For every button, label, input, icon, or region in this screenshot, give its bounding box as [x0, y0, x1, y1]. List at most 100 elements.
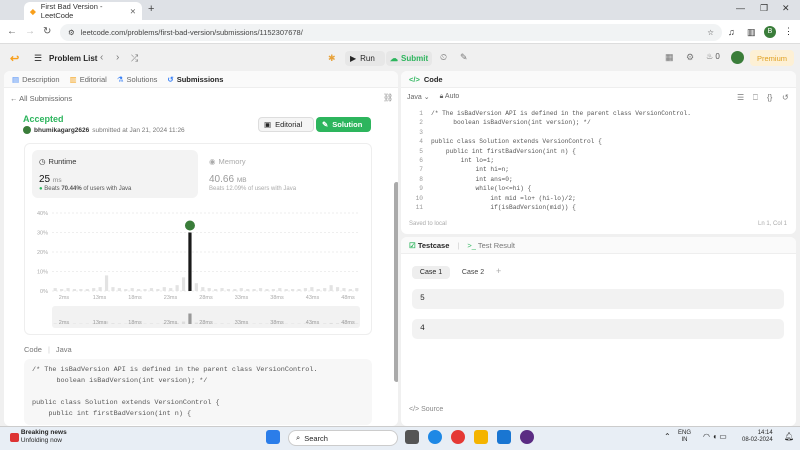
runtime-distribution-chart: 40% 30% 20% 10% 0% 2ms 13ms 18ms 23ms 28ms 33ms 38m… — [37, 211, 360, 328]
close-tab-icon[interactable]: ✕ — [130, 7, 136, 16]
site-info-icon[interactable]: ⚙ — [68, 28, 75, 37]
layout-icon[interactable]: ▦ — [665, 52, 674, 63]
code-editor-panel: </> Code Java ⌄ 🔒︎ Auto ☰ ⎕ {} ↺ 1 /* The … — [401, 71, 796, 234]
user-avatar[interactable] — [731, 51, 744, 64]
brush-tick-label: 33ms — [235, 320, 249, 326]
task-view-icon[interactable] — [405, 430, 419, 444]
run-button[interactable]: ▶ Run — [345, 51, 385, 66]
chart-bar — [233, 289, 237, 291]
auto-mode[interactable]: 🔒︎ Auto — [440, 93, 460, 101]
testcase-input-2[interactable]: 4 — [412, 319, 784, 339]
tab-submissions[interactable]: ↺ Submissions — [167, 75, 223, 84]
x-tick-label: 13ms — [93, 295, 107, 301]
code-line: 5 public int firstBadVersion(int n) { — [409, 147, 784, 156]
braces-icon[interactable]: {} — [767, 93, 772, 102]
language-select[interactable]: Java ⌄ — [407, 93, 430, 101]
minimize-icon[interactable]: — — [736, 3, 745, 13]
notes-icon[interactable]: ✎ — [460, 52, 468, 63]
code-text: int mid =lo+ (hi-lo)/2; — [431, 194, 576, 202]
profile-avatar[interactable]: B — [764, 26, 776, 38]
brush-bar — [111, 323, 115, 324]
user-avatar-small — [23, 126, 31, 134]
url-input[interactable]: ⚙ leetcode.com/problems/first-bad-versio… — [60, 24, 722, 41]
maximize-icon[interactable]: ❐ — [760, 3, 768, 14]
notification-icon[interactable]: 🔔︎ — [784, 432, 794, 441]
reload-icon[interactable]: ↻ — [43, 26, 51, 37]
tab-description[interactable]: ▤ Description — [12, 75, 60, 84]
y-tick-label: 0% — [40, 289, 48, 295]
back-icon[interactable]: ← — [7, 26, 17, 37]
shuffle-icon[interactable]: ⤮ — [131, 53, 138, 64]
new-tab-icon[interactable]: + — [148, 3, 154, 15]
windows-start-icon[interactable] — [266, 430, 280, 444]
brush-bar — [335, 323, 340, 324]
news-widget[interactable]: Breaking news Unfolding now — [10, 429, 67, 445]
url-text: leetcode.com/problems/first-bad-version/… — [80, 28, 303, 37]
solution-button[interactable]: ✎ Solution — [316, 117, 371, 132]
timer-icon[interactable]: ⏲ — [440, 52, 447, 63]
left-scrollbar[interactable] — [394, 182, 398, 382]
language-indicator[interactable]: ENG IN — [678, 430, 691, 444]
forward-icon[interactable]: → — [25, 26, 35, 37]
username[interactable]: bhumikagarg2626 — [34, 127, 89, 134]
premium-button[interactable]: Premium — [750, 50, 794, 66]
code-text: int hi=n; — [431, 166, 509, 174]
media-icon[interactable]: ♫ — [728, 27, 735, 37]
taskbar-search[interactable]: ⌕ Search — [288, 430, 398, 446]
tab-test-result[interactable]: >_ Test Result — [467, 241, 515, 250]
menu-icon[interactable]: ⋮ — [784, 26, 793, 37]
reset-icon[interactable]: ↺ — [782, 93, 789, 102]
prev-problem-icon[interactable]: ‹ — [100, 52, 103, 63]
all-submissions-link[interactable]: ← All Submissions — [10, 94, 72, 103]
problem-list-link[interactable]: Problem List — [49, 54, 97, 63]
chart-bar — [104, 275, 109, 291]
add-case-icon[interactable]: + — [496, 266, 501, 276]
case-2-tab[interactable]: Case 2 — [456, 266, 490, 279]
editorial-button[interactable]: ▣ Editorial — [258, 117, 314, 132]
testcase-header: ☑ Testcase | >_ Test Result — [401, 237, 796, 254]
next-problem-icon[interactable]: › — [116, 52, 119, 63]
brush-bar — [258, 323, 263, 324]
debug-icon[interactable]: ✱ — [328, 53, 336, 64]
code-line: boolean isBadVersion(int version); */ — [32, 376, 364, 387]
source-button[interactable]: </> Source — [409, 406, 443, 413]
chart-bar — [303, 288, 308, 291]
chrome-icon[interactable] — [451, 430, 465, 444]
wifi-icon[interactable]: ◠ ◖ ▭ — [703, 432, 727, 441]
file-explorer-icon[interactable] — [474, 430, 488, 444]
store-icon[interactable] — [497, 430, 511, 444]
code-panel-title: Code — [423, 74, 443, 84]
browser-tab[interactable]: ◆ First Bad Version - LeetCode ✕ — [24, 2, 142, 20]
close-window-icon[interactable]: ✕ — [782, 3, 790, 14]
system-clock[interactable]: 14:14 08-02-2024 — [742, 430, 773, 444]
sidepanel-icon[interactable]: ▥ — [747, 27, 756, 38]
bookmark-icon[interactable]: ⎕ — [753, 93, 758, 103]
submit-button[interactable]: ☁ Submit — [386, 51, 432, 66]
list-icon: ☰ — [34, 53, 43, 63]
app-icon[interactable] — [520, 430, 534, 444]
tab-label: Editorial — [79, 74, 107, 84]
tab-solutions[interactable]: ⚗ Solutions — [117, 75, 158, 84]
tray-chevron-icon[interactable]: ⌃ — [664, 432, 671, 441]
streak-counter[interactable]: ♨ 0 — [706, 52, 720, 61]
date: 08-02-2024 — [742, 437, 773, 443]
chart-bar — [342, 288, 346, 291]
edge-icon[interactable] — [428, 430, 442, 444]
book-icon: ▣ — [264, 120, 272, 129]
chart-bar — [175, 285, 179, 291]
share-link-icon[interactable]: ⛓ — [383, 93, 393, 102]
format-icon[interactable]: ☰ — [737, 93, 744, 102]
description-icon: ▤ — [12, 74, 20, 84]
testcase-input-1[interactable]: 5 — [412, 289, 784, 309]
settings-icon[interactable]: ⚙ — [686, 52, 694, 63]
tab-testcase[interactable]: ☑ Testcase — [409, 241, 449, 250]
memory-label[interactable]: ◉ Memory — [209, 157, 246, 166]
case-1-tab[interactable]: Case 1 — [412, 266, 450, 279]
leetcode-logo-icon[interactable]: ↩ — [10, 52, 19, 65]
line-number: 2 — [419, 119, 423, 127]
tab-editorial[interactable]: ▥ Editorial — [70, 75, 107, 84]
bookmark-star-icon[interactable]: ☆ — [707, 28, 714, 37]
y-tick-label: 10% — [37, 270, 48, 276]
lock-icon: 🔒︎ — [439, 93, 444, 100]
code-editor[interactable]: 1 /* The isBadVersion API is defined in t… — [409, 109, 784, 212]
